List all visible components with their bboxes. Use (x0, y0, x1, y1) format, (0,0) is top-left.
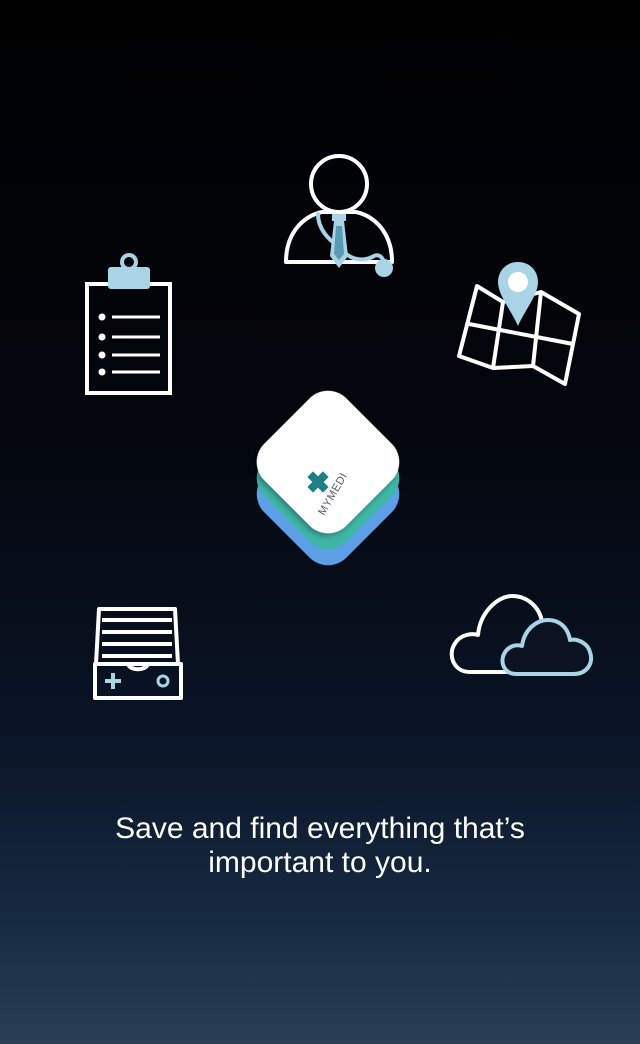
onboarding-tagline: Save and find everything that’s importan… (0, 812, 640, 880)
tagline-line-2: important to you. (208, 846, 432, 879)
clipboard-checklist-icon (85, 253, 172, 395)
medical-drawer-icon (93, 607, 183, 700)
onboarding-screen: MYMEDI Save and find everything that’s i… (0, 0, 640, 1044)
doctor-icon (284, 154, 394, 277)
app-logo-icon: MYMEDI (256, 390, 400, 566)
tagline-line-1: Save and find everything that’s (115, 812, 525, 845)
cloud-icon (449, 594, 593, 676)
map-pin-icon (457, 262, 581, 386)
